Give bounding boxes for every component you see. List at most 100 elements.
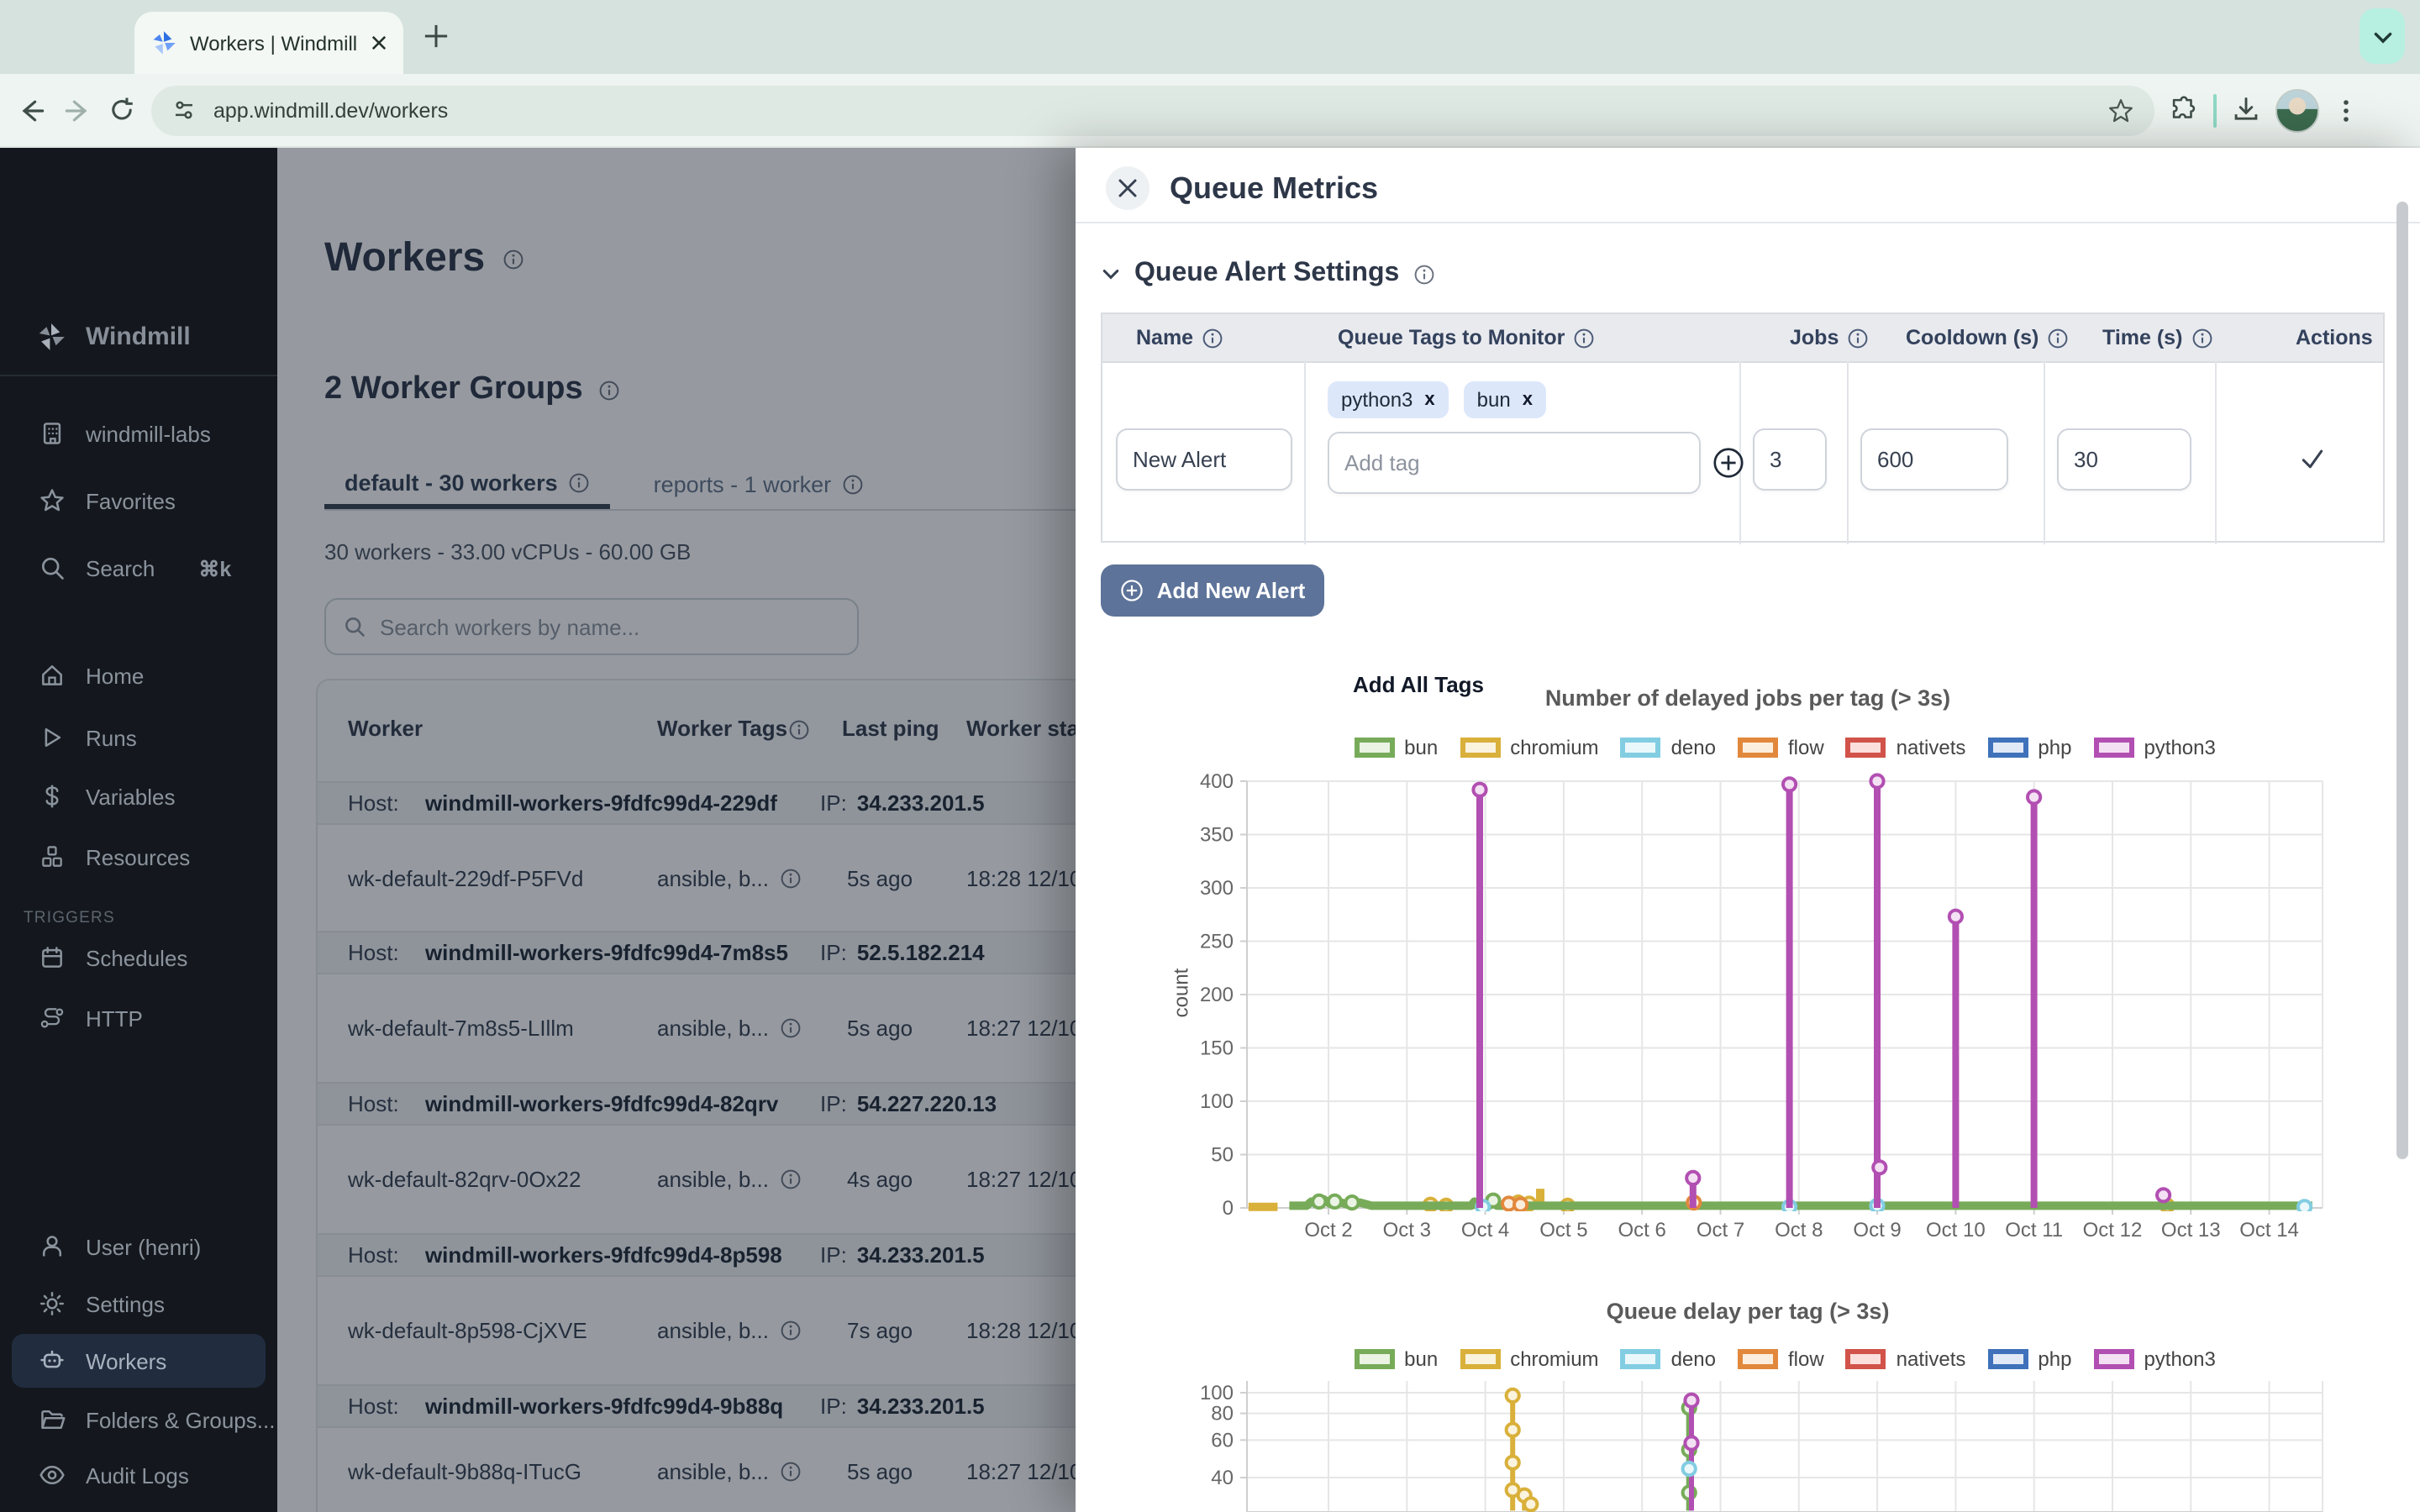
add-tag-plus-button[interactable] (1711, 445, 1746, 480)
legend-item-deno[interactable]: deno (1621, 1347, 1716, 1371)
svg-text:60: 60 (1211, 1429, 1234, 1452)
remove-tag-icon[interactable]: x (1523, 390, 1533, 410)
queue-alert-settings-header[interactable]: Queue Alert Settings (1101, 259, 1434, 289)
sidebar-item-variables[interactable]: Variables (0, 774, 277, 818)
chart1-legend: bun chromium deno flow nativets php python3 (1247, 736, 2323, 759)
tag-chip-bun[interactable]: bunx (1464, 381, 1546, 418)
alert-settings-table: Name Queue Tags to Monitor Jobs Cooldown (s… (1101, 312, 2385, 543)
chrome-panel-chevron-button[interactable] (2360, 8, 2405, 64)
route-icon (39, 1005, 66, 1032)
sidebar-item-home[interactable]: Home (0, 654, 277, 697)
svg-text:Oct 14: Oct 14 (2239, 1219, 2299, 1242)
alert-column-queue-tags-to-monitor: Queue Tags to Monitor (1321, 314, 1595, 361)
legend-item-bun[interactable]: bun (1354, 1347, 1438, 1371)
alert-column-jobs: Jobs (1773, 314, 1869, 361)
svg-text:Oct 3: Oct 3 (1383, 1219, 1431, 1242)
confirm-alert-check-icon[interactable] (2299, 445, 2326, 472)
sidebar-item-favorites[interactable]: Favorites (0, 479, 277, 522)
add-tag-input[interactable]: Add tag (1328, 432, 1701, 494)
sidebar-item-label: HTTP (86, 1005, 143, 1031)
extensions-icon[interactable] (2170, 96, 2198, 124)
info-icon[interactable] (2047, 327, 2069, 349)
legend-item-python3[interactable]: python3 (2093, 1347, 2215, 1371)
windmill-logo[interactable]: Windmill (0, 309, 277, 363)
sidebar-item-user-henri[interactable]: User (henri) (0, 1225, 277, 1268)
svg-text:50: 50 (1211, 1144, 1234, 1167)
add-new-alert-button[interactable]: Add New Alert (1101, 564, 1324, 617)
legend-swatch (2093, 1349, 2133, 1369)
forward-icon[interactable] (62, 95, 92, 125)
info-icon[interactable] (1202, 327, 1223, 349)
legend-item-php[interactable]: php (1987, 736, 2071, 759)
jobs-input[interactable]: 3 (1753, 428, 1827, 491)
sidebar-item-label: Favorites (86, 488, 176, 513)
sidebar-item-label: windmill-labs (86, 421, 211, 446)
alert-column-name: Name (1119, 314, 1223, 361)
browser-menu-icon[interactable] (2334, 98, 2358, 122)
alert-name-input[interactable]: New Alert (1116, 428, 1292, 491)
back-icon[interactable] (17, 95, 47, 125)
svg-text:Oct 7: Oct 7 (1697, 1219, 1744, 1242)
profile-avatar[interactable] (2275, 88, 2319, 132)
legend-swatch (1738, 1349, 1778, 1369)
url-bar[interactable]: app.windmill.dev/workers (151, 85, 2154, 135)
legend-item-deno[interactable]: deno (1621, 736, 1716, 759)
new-tab-button[interactable] (424, 24, 449, 49)
sidebar-item-label: Home (86, 663, 144, 688)
sidebar-item-search[interactable]: Search⌘k (0, 546, 277, 590)
legend-swatch (2093, 738, 2133, 758)
legend-item-flow[interactable]: flow (1738, 1347, 1824, 1371)
sidebar-item-label: Settings (86, 1291, 165, 1316)
info-icon[interactable] (2191, 327, 2212, 349)
time-input[interactable]: 30 (2057, 428, 2191, 491)
folder-icon (39, 1406, 66, 1433)
legend-item-nativets[interactable]: nativets (1846, 736, 1966, 759)
svg-text:Oct 11: Oct 11 (2005, 1219, 2063, 1242)
sidebar-item-http[interactable]: HTTP (0, 996, 277, 1040)
sidebar-item-label: Workers (86, 1348, 166, 1373)
alert-column-cooldown-s: Cooldown (s) (1889, 314, 2069, 361)
info-icon[interactable] (1573, 327, 1595, 349)
sidebar-item-label: Resources (86, 844, 190, 869)
sidebar-item-runs[interactable]: Runs (0, 716, 277, 759)
legend-swatch (1987, 1349, 2028, 1369)
browser-toolbar: app.windmill.dev/workers (0, 74, 2420, 148)
sidebar-item-windmill-labs[interactable]: windmill-labs (0, 412, 277, 455)
sidebar-item-settings[interactable]: Settings (0, 1282, 277, 1326)
browser-tab[interactable]: Workers | Windmill (134, 12, 403, 74)
downloads-icon[interactable] (2232, 96, 2260, 124)
bookmark-star-icon[interactable] (2107, 97, 2134, 123)
legend-item-php[interactable]: php (1987, 1347, 2071, 1371)
drawer-title: Queue Metrics (1170, 171, 1378, 207)
tab-close-icon[interactable] (371, 35, 387, 50)
legend-item-nativets[interactable]: nativets (1846, 1347, 1966, 1371)
legend-item-bun[interactable]: bun (1354, 736, 1438, 759)
site-settings-icon[interactable] (171, 97, 197, 123)
legend-item-chromium[interactable]: chromium (1460, 736, 1598, 759)
url-text[interactable]: app.windmill.dev/workers (213, 98, 2091, 122)
info-icon[interactable] (1847, 327, 1869, 349)
legend-item-chromium[interactable]: chromium (1460, 1347, 1598, 1371)
remove-tag-icon[interactable]: x (1424, 390, 1434, 410)
sidebar-item-folders-groups[interactable]: Folders & Groups... (0, 1398, 277, 1441)
legend-item-python3[interactable]: python3 (2093, 736, 2215, 759)
drawer-close-button[interactable] (1106, 166, 1150, 210)
sidebar-item-schedules[interactable]: Schedules (0, 936, 277, 979)
svg-text:Oct 13: Oct 13 (2161, 1219, 2221, 1242)
cooldown-input[interactable]: 600 (1860, 428, 2008, 491)
reload-icon[interactable] (108, 96, 136, 124)
home-icon (39, 662, 66, 689)
brand-label: Windmill (86, 322, 191, 350)
sidebar-item-label: Variables (86, 784, 175, 809)
sidebar-item-resources[interactable]: Resources (0, 835, 277, 879)
legend-swatch (1354, 738, 1394, 758)
legend-item-flow[interactable]: flow (1738, 736, 1824, 759)
tag-chip-python3[interactable]: python3x (1328, 381, 1449, 418)
svg-text:80: 80 (1211, 1403, 1234, 1425)
sidebar-item-workers[interactable]: Workers (12, 1334, 266, 1388)
sidebar-item-audit-logs[interactable]: Audit Logs (0, 1453, 277, 1497)
info-icon[interactable] (1413, 263, 1434, 285)
sidebar-item-label: Audit Logs (86, 1462, 189, 1488)
user-icon (39, 1233, 66, 1260)
drawer-scrollbar[interactable] (2396, 202, 2408, 1159)
